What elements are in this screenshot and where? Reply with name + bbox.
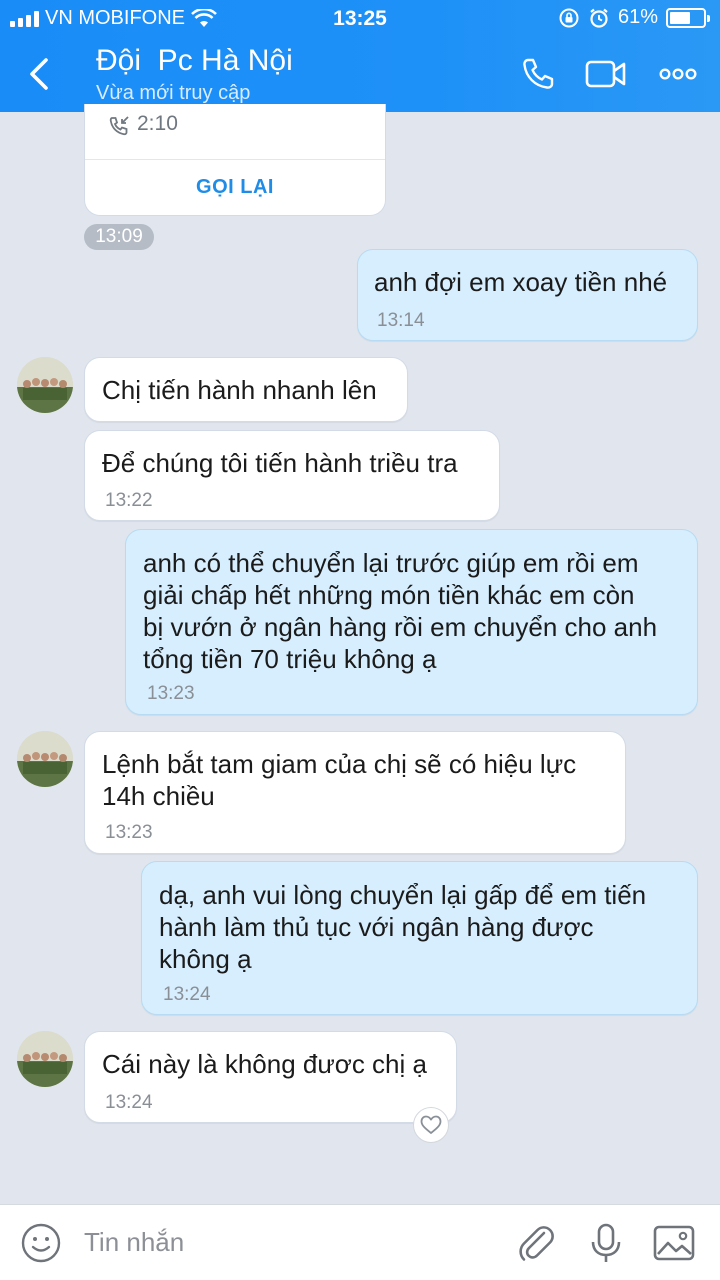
avatar[interactable] (17, 1031, 73, 1087)
message-bubble-received[interactable]: Chị tiến hành nhanh lên (84, 357, 408, 422)
message-time: 13:14 (377, 310, 425, 331)
message-time: 13:24 (105, 1092, 153, 1113)
group-photo-icon (17, 731, 73, 787)
chat-subtitle: Vừa mới truy cập (96, 82, 251, 104)
status-right: 61% (558, 6, 710, 29)
message-time: 13:22 (105, 490, 153, 511)
message-text: Chị tiến hành nhanh lên (102, 375, 377, 405)
divider (85, 159, 385, 160)
message-text: Cái này là không đươc chị ạ (102, 1049, 427, 1079)
group-photo-icon (17, 357, 73, 413)
chat-title[interactable]: Đội Pc Hà Nội (96, 44, 293, 78)
status-bar: VN MOBIFONE 13:25 61% (0, 0, 720, 36)
call-back-button[interactable]: GỌI LẠI (85, 176, 385, 199)
message-bubble-received[interactable]: Lệnh bắt tam giam của chị sẽ có hiệu lực… (84, 731, 626, 854)
message-bubble-received[interactable]: Cái này là không đươc chị ạ 13:24 (84, 1031, 457, 1123)
video-call-icon[interactable] (584, 52, 628, 96)
message-bubble-sent[interactable]: dạ, anh vui lòng chuyển lại gấp để em ti… (141, 861, 698, 1015)
message-line: giải chấp hết những món tiền khác em còn (143, 580, 635, 610)
group-photo-icon (17, 1031, 73, 1087)
more-icon[interactable] (656, 52, 700, 96)
call-card: 2:10 GỌI LẠI (84, 104, 386, 216)
message-line: hành làm thủ tục với ngân hàng được (159, 912, 594, 942)
message-line: anh có thể chuyển lại trước giúp em rồi … (143, 548, 639, 578)
message-line: 14h chiều (102, 781, 215, 811)
message-time: 13:23 (105, 822, 153, 843)
back-icon[interactable] (22, 52, 62, 96)
emoji-icon[interactable] (20, 1222, 62, 1264)
rotation-lock-icon (559, 8, 579, 27)
phone-icon[interactable] (516, 52, 560, 96)
alarm-icon (590, 8, 608, 28)
composer-bar: Tin nhắn (0, 1204, 720, 1280)
react-button[interactable] (413, 1107, 449, 1143)
timestamp-chip: 13:09 (84, 224, 154, 250)
message-line: Lệnh bắt tam giam của chị sẽ có hiệu lực (102, 749, 577, 779)
heart-icon (420, 1115, 442, 1134)
image-icon[interactable] (652, 1221, 696, 1265)
incoming-call-icon (109, 116, 129, 136)
avatar[interactable] (17, 731, 73, 787)
message-text: dạ, anh vui lòng chuyển lại gấp để em ti… (159, 879, 646, 975)
message-bubble-sent[interactable]: anh đợi em xoay tiền nhé 13:14 (357, 249, 698, 341)
message-text: anh có thể chuyển lại trước giúp em rồi … (143, 547, 657, 675)
message-line: không ạ (159, 944, 252, 974)
message-text: anh đợi em xoay tiền nhé (374, 267, 668, 297)
message-bubble-sent[interactable]: anh có thể chuyển lại trước giúp em rồi … (125, 529, 698, 715)
message-time: 13:24 (163, 984, 211, 1005)
avatar[interactable] (17, 357, 73, 413)
battery-percent: 61% (617, 6, 658, 28)
top-bar: VN MOBIFONE 13:25 61% Đội Pc Hà Nội Vừa … (0, 0, 720, 112)
message-input[interactable]: Tin nhắn (84, 1227, 184, 1258)
message-text: Để chúng tôi tiến hành triều tra (102, 448, 458, 478)
battery-fill (670, 11, 690, 24)
message-line: tổng tiền 70 triệu không ạ (143, 644, 437, 674)
message-bubble-received[interactable]: Để chúng tôi tiến hành triều tra 13:22 (84, 430, 500, 521)
message-line: bị vướn ở ngân hàng rồi em chuyển cho an… (143, 612, 658, 642)
message-text: Lệnh bắt tam giam của chị sẽ có hiệu lực… (102, 748, 576, 812)
attachment-icon[interactable] (514, 1221, 558, 1265)
call-duration: 2:10 (137, 112, 178, 135)
microphone-icon[interactable] (584, 1221, 628, 1265)
battery-icon (666, 7, 710, 28)
message-time: 13:23 (147, 683, 195, 704)
message-line: dạ, anh vui lòng chuyển lại gấp để em ti… (159, 880, 647, 910)
